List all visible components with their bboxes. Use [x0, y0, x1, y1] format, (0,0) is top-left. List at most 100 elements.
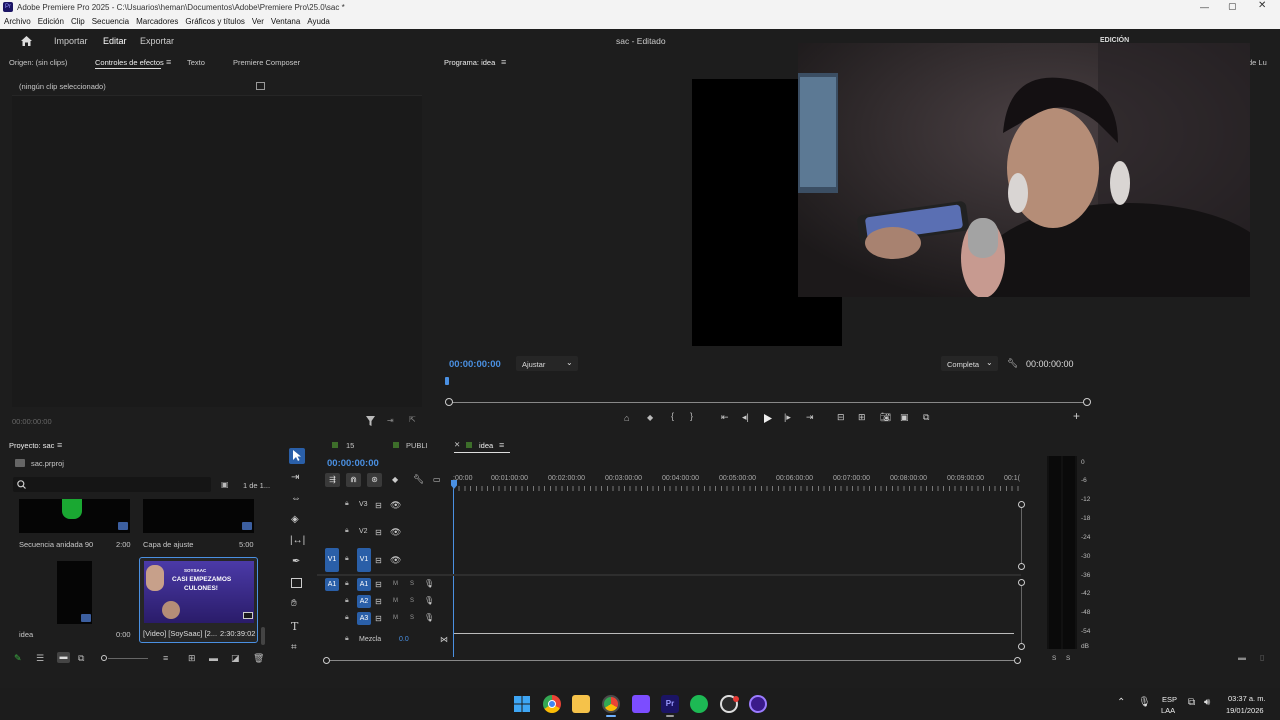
- menu-secuencia[interactable]: Secuencia: [92, 17, 129, 26]
- tab-controles-efectos[interactable]: Controles de efectos: [95, 58, 164, 67]
- a-scroll-bottom-handle[interactable]: [1018, 643, 1025, 650]
- tab-origen[interactable]: Origen: (sin clips): [9, 58, 67, 67]
- linked-selection-icon[interactable]: ⊛: [367, 473, 382, 487]
- video-vscrollbar[interactable]: [1021, 508, 1022, 564]
- exportar-tab[interactable]: Exportar: [140, 36, 174, 46]
- thumb-secuencia-anidada[interactable]: [19, 499, 130, 533]
- solo-button[interactable]: S: [410, 598, 414, 604]
- play-audio-icon[interactable]: ⇥: [387, 416, 394, 425]
- menu-ver[interactable]: Ver: [252, 17, 264, 26]
- minimize-icon[interactable]: —: [1200, 2, 1209, 12]
- eye-icon[interactable]: 👁︎: [390, 555, 401, 566]
- maximize-icon[interactable]: ▢: [1228, 1, 1237, 12]
- track-select-icon[interactable]: ⇥: [291, 472, 299, 483]
- hand-icon[interactable]: ✋︎: [291, 598, 297, 609]
- fit-dropdown[interactable]: Ajustar ⌄: [516, 356, 578, 371]
- eye-icon[interactable]: 👁︎: [390, 527, 401, 538]
- program-menu-icon[interactable]: ≡: [501, 57, 506, 67]
- filter-icon[interactable]: [366, 416, 375, 426]
- new-bin-icon[interactable]: ▣: [221, 480, 229, 489]
- track-label-a2[interactable]: A2: [357, 595, 371, 608]
- lang-code[interactable]: ESP: [1162, 695, 1177, 704]
- delete-icon[interactable]: 🗑︎: [253, 653, 264, 664]
- wrench-icon[interactable]: 🔧︎: [1007, 358, 1018, 369]
- premiere-pro-icon[interactable]: Pr: [661, 695, 679, 713]
- source-patch-a1[interactable]: A1: [325, 578, 339, 591]
- sync-lock-icon[interactable]: ⊟: [375, 614, 382, 623]
- sync-lock-icon[interactable]: ⊟: [375, 556, 382, 565]
- lock-icon[interactable]: 🔒︎: [345, 635, 349, 643]
- track-label-a1[interactable]: A1: [357, 578, 371, 591]
- menu-marcadores[interactable]: Marcadores: [136, 17, 178, 26]
- tab-premiere-composer[interactable]: Premiere Composer: [233, 58, 300, 67]
- menu-archivo[interactable]: Archivo: [4, 17, 31, 26]
- lock-icon[interactable]: 🔒︎: [345, 614, 349, 622]
- network-icon[interactable]: ⧉: [1188, 697, 1195, 708]
- chrome-icon-active[interactable]: [602, 695, 620, 713]
- app-icon[interactable]: [749, 695, 767, 713]
- razor-icon[interactable]: ◈: [291, 514, 299, 525]
- tab-proyecto[interactable]: Proyecto: sac: [9, 441, 54, 450]
- menu-edicion[interactable]: Edición: [38, 17, 64, 26]
- program-scrubber-bar[interactable]: [448, 402, 1088, 403]
- list-view-icon[interactable]: ☰: [36, 653, 44, 664]
- v-scroll-top-handle[interactable]: [1018, 501, 1025, 508]
- project-scrollbar[interactable]: [261, 627, 265, 645]
- timeline-menu-icon[interactable]: ≡: [499, 440, 504, 450]
- selected-video-item[interactable]: SOYSAAC CASI EMPEZAMOS CULONES! [Video] …: [139, 557, 258, 643]
- pen-icon[interactable]: ✒︎: [292, 556, 300, 567]
- chrome-icon[interactable]: [543, 695, 561, 713]
- mute-button[interactable]: M: [393, 615, 398, 621]
- trash-icon[interactable]: ▯: [1260, 653, 1264, 662]
- close-tab-icon[interactable]: ✕: [454, 440, 460, 449]
- mark-in-icon[interactable]: {: [671, 411, 674, 421]
- microphone-icon[interactable]: 🎙︎: [424, 596, 434, 605]
- lock-icon[interactable]: 🔒︎: [345, 597, 349, 605]
- zoom-slider[interactable]: [108, 658, 148, 659]
- home-icon[interactable]: [20, 35, 33, 47]
- rectangle-icon[interactable]: [291, 578, 302, 588]
- microphone-tray-icon[interactable]: 🎙︎: [1138, 697, 1151, 708]
- solo-left-button[interactable]: S: [1052, 655, 1056, 662]
- eye-icon[interactable]: 👁︎: [390, 500, 401, 511]
- folder-icon[interactable]: ▬: [1238, 653, 1246, 662]
- importar-tab[interactable]: Importar: [54, 36, 88, 46]
- solo-right-button[interactable]: S: [1066, 655, 1070, 662]
- a-scroll-top-handle[interactable]: [1018, 579, 1025, 586]
- program-playhead[interactable]: [445, 377, 449, 385]
- microphone-icon[interactable]: 🎙︎: [424, 579, 434, 588]
- add-button-icon[interactable]: +: [1073, 409, 1080, 423]
- snap-icon[interactable]: ⋒: [346, 473, 361, 487]
- panel-menu-icon[interactable]: ≡: [166, 57, 171, 67]
- right-panel-tab-cut[interactable]: de Lu: [1248, 58, 1267, 67]
- step-back-icon[interactable]: ◂|: [742, 412, 749, 423]
- new-item-icon[interactable]: ◪: [231, 653, 240, 664]
- ripple-edit-icon[interactable]: ⇔: [291, 493, 301, 504]
- clock-time[interactable]: 03:37 a. m.: [1228, 694, 1266, 703]
- track-label-v3[interactable]: V3: [359, 501, 368, 508]
- lang-variant[interactable]: LAA: [1161, 706, 1175, 715]
- project-menu-icon[interactable]: ≡: [57, 440, 62, 450]
- sync-lock-icon[interactable]: ⊟: [375, 501, 382, 510]
- slip-icon[interactable]: |↔|: [290, 535, 305, 546]
- scrubber-in-handle[interactable]: [445, 398, 453, 406]
- file-explorer-icon[interactable]: [572, 695, 590, 713]
- solo-button[interactable]: S: [410, 581, 414, 587]
- menu-ayuda[interactable]: Ayuda: [307, 17, 330, 26]
- thumb-capa-ajuste[interactable]: [143, 499, 254, 533]
- timeline-wrench-icon[interactable]: 🔧︎: [413, 474, 424, 485]
- mute-button[interactable]: M: [393, 581, 398, 587]
- zoom-slider-handle[interactable]: [101, 655, 107, 661]
- proxy-toggle-icon[interactable]: ⧉: [923, 412, 929, 423]
- windows-start-icon[interactable]: [514, 696, 530, 712]
- sync-lock-icon[interactable]: ⊟: [375, 528, 382, 537]
- scrubber-out-handle[interactable]: [1083, 398, 1091, 406]
- toggle-timeline-icon[interactable]: [256, 82, 265, 90]
- write-pencil-icon[interactable]: ✎: [14, 653, 22, 664]
- lock-icon[interactable]: 🔒︎: [345, 500, 349, 508]
- step-forward-icon[interactable]: |▸: [784, 412, 791, 423]
- audio-vscrollbar[interactable]: [1021, 586, 1022, 643]
- type-tool-icon[interactable]: T: [291, 620, 298, 633]
- timeline-hscrollbar[interactable]: [330, 660, 1014, 661]
- project-search-input[interactable]: [13, 477, 211, 492]
